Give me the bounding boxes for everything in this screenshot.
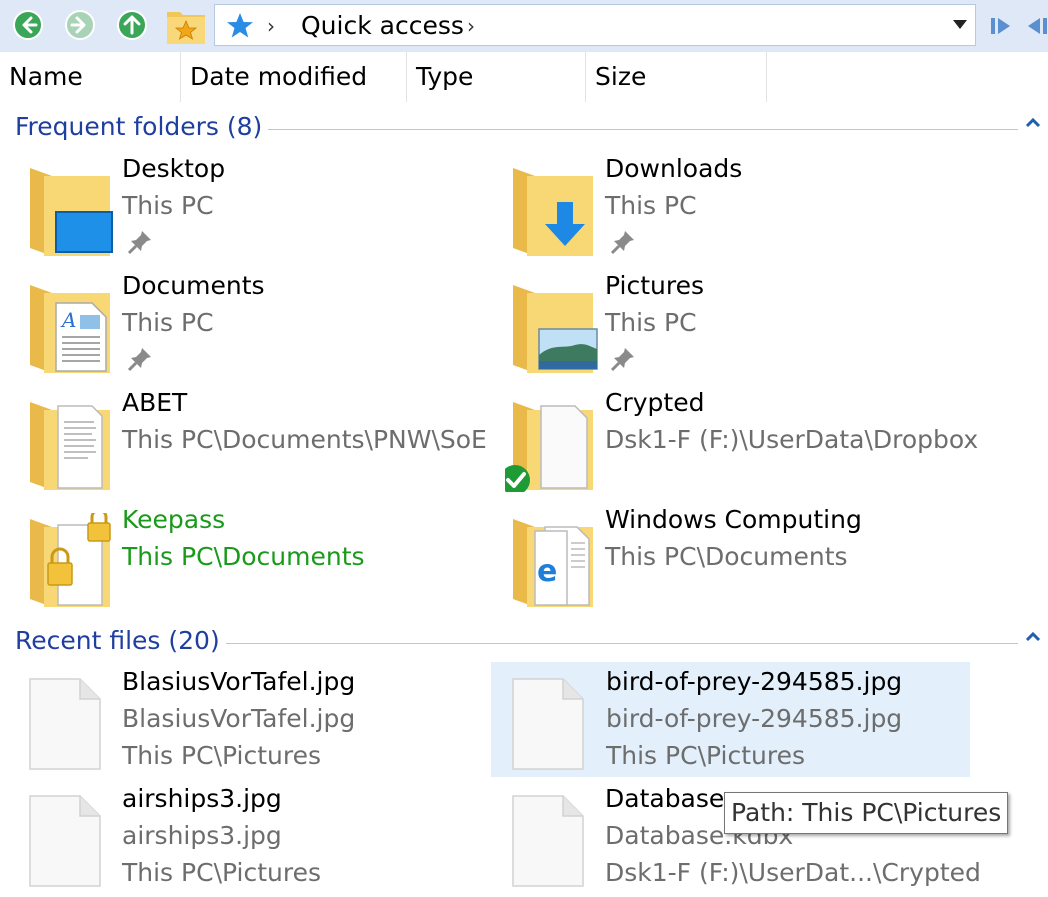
folder-name: Desktop	[122, 154, 226, 183]
address-dropdown-icon[interactable]	[953, 20, 967, 29]
file-location: This PC\Pictures	[606, 741, 805, 770]
column-type[interactable]: Type	[407, 52, 586, 102]
keepass-folder-icon	[30, 513, 111, 607]
folder-name: ABET	[122, 388, 188, 417]
folder-location: This PC	[122, 308, 214, 337]
file-original-name: airships3.jpg	[122, 821, 282, 850]
file-location: Dsk1-F (F:)\UserDat...\Crypted	[605, 858, 981, 887]
collapse-chevron-icon[interactable]	[1024, 114, 1042, 132]
file-location: This PC\Pictures	[122, 741, 321, 770]
windows-computing-folder-icon: e	[513, 519, 593, 607]
preview-pane-button[interactable]	[990, 16, 1012, 36]
folder-tile-keepass[interactable]: Keepass This PC\Documents	[0, 503, 478, 618]
folder-location: Dsk1-F (F:)\UserData\Dropbox	[605, 425, 979, 454]
folder-tile-abet[interactable]: ABET This PC\Documents\PNW\SoE	[0, 386, 487, 501]
pane-back-icon	[1028, 18, 1047, 34]
forward-button[interactable]	[64, 9, 96, 41]
frequent-folders-title: Frequent folders (8)	[15, 112, 269, 141]
file-name: bird-of-prey-294585.jpg	[606, 667, 903, 696]
folder-name: Keepass	[122, 505, 226, 534]
folder-location: This PC\Documents	[605, 542, 848, 571]
pin-icon[interactable]	[609, 345, 637, 373]
file-icon	[512, 678, 584, 770]
folder-tile-downloads[interactable]: Downloads This PC	[483, 152, 961, 267]
navigation-toolbar: › Quick access ›	[0, 0, 1048, 52]
folder-location: This PC\Documents\PNW\SoE	[122, 425, 487, 454]
pane-forward-icon	[991, 18, 1010, 34]
file-original-name: bird-of-prey-294585.jpg	[606, 704, 903, 733]
folder-location: This PC	[605, 308, 697, 337]
folder-tile-windows-computing[interactable]: e Windows Computing This PC\Documents	[483, 503, 961, 618]
folder-name: Windows Computing	[605, 505, 862, 534]
frequent-folders-group-header[interactable]: Frequent folders (8)	[0, 112, 1048, 146]
column-headers: Name Date modified Type Size	[0, 52, 1048, 102]
crypted-folder-icon	[505, 402, 593, 492]
downloads-folder-icon	[513, 168, 593, 256]
file-icon	[29, 678, 101, 770]
back-button[interactable]	[12, 9, 44, 41]
address-bar[interactable]: › Quick access ›	[214, 4, 976, 46]
back-arrow-icon	[13, 10, 43, 40]
recent-files-group-header[interactable]: Recent files (20)	[0, 626, 1048, 660]
file-icon	[29, 795, 101, 887]
breadcrumb-separator-icon[interactable]: ›	[467, 14, 475, 38]
column-size[interactable]: Size	[586, 52, 767, 102]
recent-file-tile[interactable]: airships3.jpg airships3.jpg This PC\Pict…	[0, 782, 478, 897]
recent-file-tile-selected[interactable]: bird-of-prey-294585.jpg bird-of-prey-294…	[491, 662, 970, 777]
folder-tile-documents[interactable]: A Documents This PC	[0, 269, 478, 384]
folder-tile-pictures[interactable]: Pictures This PC	[483, 269, 961, 384]
breadcrumb-quick-access[interactable]: Quick access	[301, 11, 464, 40]
recent-files-title: Recent files (20)	[15, 626, 226, 655]
file-original-name: BlasiusVorTafel.jpg	[122, 704, 356, 733]
folder-location: This PC\Documents	[122, 542, 365, 571]
path-tooltip: Path: This PC\Pictures	[724, 792, 1009, 834]
folder-location: This PC	[605, 191, 697, 220]
folder-name: Pictures	[605, 271, 704, 300]
abet-folder-icon	[30, 402, 110, 490]
column-date-modified[interactable]: Date modified	[181, 52, 407, 102]
folder-tile-desktop[interactable]: Desktop This PC	[0, 152, 478, 267]
up-button[interactable]	[116, 9, 148, 41]
file-name: BlasiusVorTafel.jpg	[122, 667, 356, 696]
quick-access-folder-icon	[167, 12, 205, 44]
collapse-chevron-icon[interactable]	[1024, 628, 1042, 646]
up-arrow-icon	[117, 10, 147, 40]
folder-name: Documents	[122, 271, 265, 300]
breadcrumb-separator-icon[interactable]: ›	[267, 14, 275, 38]
folder-location: This PC	[122, 191, 214, 220]
pictures-folder-icon	[513, 285, 598, 373]
quick-access-button[interactable]	[166, 6, 206, 46]
file-name: Database.	[605, 784, 733, 813]
quick-access-star-icon	[227, 13, 253, 38]
folder-name: Crypted	[605, 388, 705, 417]
file-icon	[512, 795, 584, 887]
pin-icon[interactable]	[126, 228, 154, 256]
documents-folder-icon: A	[30, 285, 110, 373]
file-name: airships3.jpg	[122, 784, 282, 813]
folder-tile-crypted[interactable]: Crypted Dsk1-F (F:)\UserData\Dropbox	[483, 386, 978, 501]
column-name[interactable]: Name	[0, 52, 181, 102]
svg-text:e: e	[537, 554, 557, 589]
recent-file-tile[interactable]: BlasiusVorTafel.jpg BlasiusVorTafel.jpg …	[0, 665, 478, 780]
folder-name: Downloads	[605, 154, 743, 183]
file-location: This PC\Pictures	[122, 858, 321, 887]
pin-icon[interactable]	[126, 345, 154, 373]
forward-arrow-icon	[65, 10, 95, 40]
desktop-folder-icon	[30, 168, 113, 256]
details-pane-button[interactable]	[1026, 16, 1048, 36]
svg-text:A: A	[60, 308, 76, 332]
pin-icon[interactable]	[609, 228, 637, 256]
